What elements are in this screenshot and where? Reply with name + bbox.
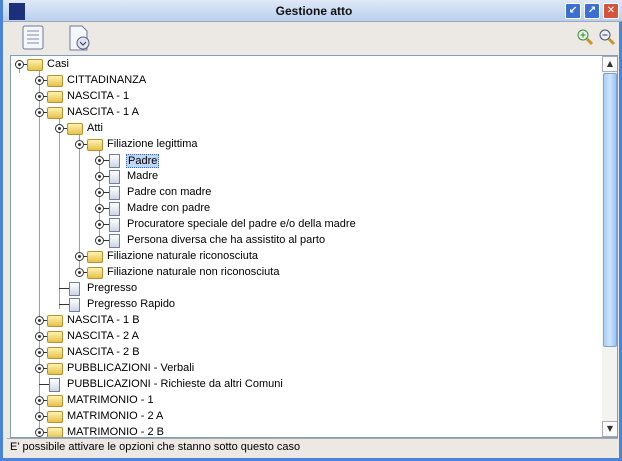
tree-line	[59, 288, 69, 289]
expand-handle-icon[interactable]	[35, 412, 44, 421]
folder-icon	[47, 347, 63, 359]
document-icon	[49, 378, 60, 392]
tree-node-label[interactable]: Filiazione naturale non riconosciuta	[106, 266, 280, 278]
tree-node-label[interactable]: Pregresso Rapido	[86, 298, 176, 310]
expand-handle-icon[interactable]	[15, 60, 24, 69]
window: Gestione atto ↙ ↗ ✕ Casi CITTADINANZA NASC…	[0, 0, 622, 461]
expand-handle-icon[interactable]	[95, 156, 104, 165]
document-icon	[109, 154, 120, 168]
document-icon	[69, 282, 80, 296]
folder-icon	[47, 315, 63, 327]
tree-node-label[interactable]: PUBBLICAZIONI - Richieste da altri Comun…	[66, 378, 284, 390]
tree-node-label[interactable]: NASCITA - 1 B	[66, 314, 141, 326]
folder-icon	[47, 395, 63, 407]
tree-node-label[interactable]: Madre	[126, 170, 159, 182]
folder-icon	[87, 267, 103, 279]
expand-handle-icon[interactable]	[75, 252, 84, 261]
document-icon	[69, 298, 80, 312]
tree-node-label[interactable]: Filiazione legittima	[106, 138, 198, 150]
tree-node-label[interactable]: PUBBLICAZIONI - Verbali	[66, 362, 195, 374]
vertical-scrollbar[interactable]: ▲ ▼	[602, 56, 617, 437]
expand-handle-icon[interactable]	[35, 364, 44, 373]
expand-handle-icon[interactable]	[35, 396, 44, 405]
tree-line	[59, 117, 60, 309]
expand-handle-icon[interactable]	[35, 316, 44, 325]
zoom-in-button[interactable]	[576, 28, 594, 56]
tree-node-label[interactable]: Madre con padre	[126, 202, 211, 214]
expand-handle-icon[interactable]	[35, 108, 44, 117]
folder-icon	[47, 91, 63, 103]
expand-handle-icon[interactable]	[75, 268, 84, 277]
folder-icon	[47, 363, 63, 375]
folder-icon	[47, 107, 63, 119]
tree-node-label[interactable]: MATRIMONIO - 1	[66, 394, 155, 406]
tree-node-label[interactable]: NASCITA - 1 A	[66, 106, 140, 118]
scroll-thumb[interactable]	[603, 73, 617, 347]
expand-handle-icon[interactable]	[75, 140, 84, 149]
scroll-up-button[interactable]: ▲	[602, 56, 617, 72]
tree-node-label[interactable]: Procuratore speciale del padre e/o della…	[126, 218, 357, 230]
document-icon	[109, 218, 120, 232]
maximize-button[interactable]: ↗	[584, 3, 600, 19]
document-dropdown-icon	[69, 25, 90, 51]
tree-node-label[interactable]: Pregresso	[86, 282, 138, 294]
cases-tree[interactable]: Casi CITTADINANZA NASCITA - 1 NASCITA - 1 A…	[10, 55, 618, 438]
tree-node-label[interactable]: NASCITA - 2 A	[66, 330, 140, 342]
folder-icon	[67, 123, 83, 135]
folder-icon	[87, 139, 103, 151]
expand-handle-icon[interactable]	[95, 188, 104, 197]
tree-node-label[interactable]: Padre con madre	[126, 186, 212, 198]
tree-line	[19, 69, 20, 73]
tree-node-label[interactable]: MATRIMONIO - 2 B	[66, 426, 165, 437]
document-dropdown-button[interactable]	[67, 25, 93, 53]
scroll-down-button[interactable]: ▼	[602, 421, 617, 437]
tree-node-label[interactable]: MATRIMONIO - 2 A	[66, 410, 164, 422]
tree-node-label[interactable]: NASCITA - 1	[66, 90, 130, 102]
tree-node-label[interactable]: NASCITA - 2 B	[66, 346, 141, 358]
expand-handle-icon[interactable]	[35, 428, 44, 437]
expand-handle-icon[interactable]	[95, 220, 104, 229]
tree-node-label[interactable]: Atti	[86, 122, 104, 134]
title-bar: Gestione atto ↙ ↗ ✕	[3, 0, 622, 22]
tree-node-label[interactable]: Padre	[126, 154, 160, 168]
close-button[interactable]: ✕	[603, 3, 619, 19]
document-list-icon	[22, 25, 44, 50]
expand-handle-icon[interactable]	[95, 236, 104, 245]
window-title: Gestione atto	[275, 4, 353, 18]
status-bar: E' possibile attivare le opzioni che sta…	[7, 438, 618, 455]
folder-icon	[47, 411, 63, 423]
folder-icon	[47, 427, 63, 437]
expand-handle-icon[interactable]	[35, 332, 44, 341]
document-icon	[109, 186, 120, 200]
document-icon	[109, 170, 120, 184]
zoom-out-button[interactable]	[598, 28, 616, 56]
folder-icon	[87, 251, 103, 263]
expand-handle-icon[interactable]	[35, 76, 44, 85]
tree-node-label[interactable]: Casi	[46, 58, 70, 70]
expand-handle-icon[interactable]	[35, 348, 44, 357]
tree-line	[39, 69, 40, 437]
zoom-in-icon	[577, 29, 594, 46]
expand-handle-icon[interactable]	[95, 172, 104, 181]
expand-handle-icon[interactable]	[55, 124, 64, 133]
folder-icon	[47, 75, 63, 87]
folder-icon	[27, 59, 43, 71]
zoom-out-icon	[599, 29, 616, 46]
expand-handle-icon[interactable]	[95, 204, 104, 213]
document-list-button[interactable]	[21, 25, 45, 53]
folder-icon	[47, 331, 63, 343]
tree-node-label[interactable]: Filiazione naturale riconosciuta	[106, 250, 259, 262]
document-icon	[109, 234, 120, 248]
tree-line	[59, 304, 69, 305]
tree-node-label[interactable]: CITTADINANZA	[66, 74, 147, 86]
tree-line	[39, 384, 49, 385]
minimize-button[interactable]: ↙	[565, 3, 581, 19]
document-icon	[109, 202, 120, 216]
expand-handle-icon[interactable]	[35, 92, 44, 101]
tree-node-label[interactable]: Persona diversa che ha assistito al part…	[126, 234, 326, 246]
